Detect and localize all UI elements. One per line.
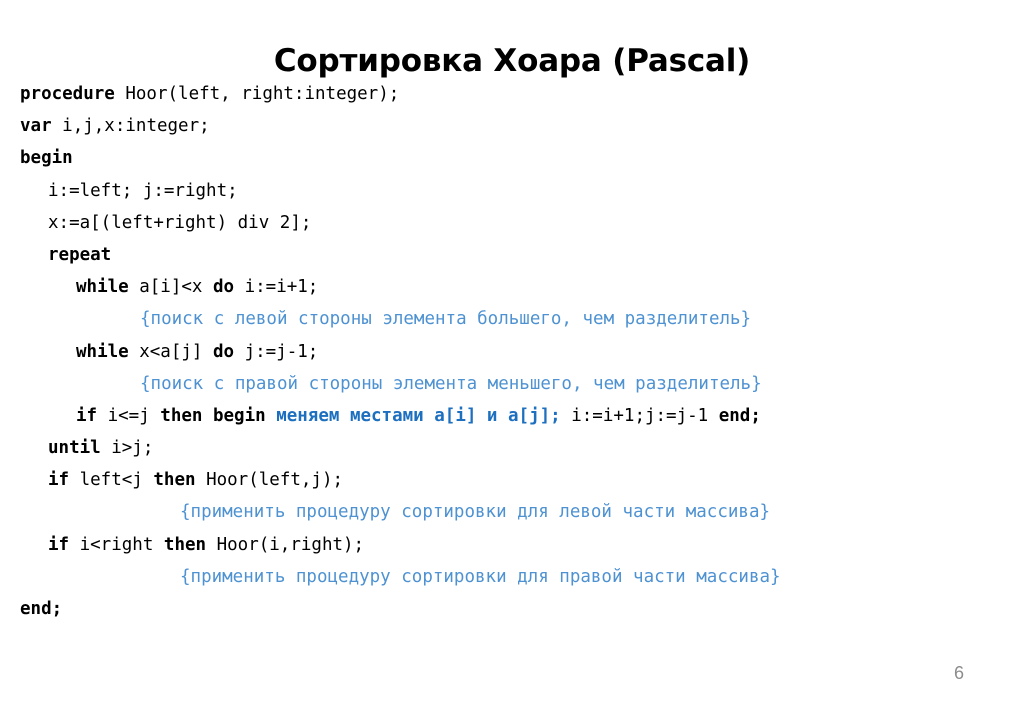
code-token-kw: begin [20, 148, 73, 169]
code-token-kw: then [153, 470, 207, 491]
code-line: while x<a[j] do j:=j-1; [0, 336, 1024, 368]
page-number: 6 [953, 663, 964, 683]
code-token-kw: end; [718, 405, 761, 426]
code-token-plain: i:=left; j:=right; [48, 180, 238, 201]
code-line: var i,j,x:integer; [0, 110, 1024, 142]
code-line: while a[i]<x do i:=i+1; [0, 271, 1024, 303]
code-line: if i<right then Hoor(i,right); [0, 529, 1024, 561]
code-token-plain: a[i]<x [139, 277, 213, 298]
code-token-plain: i,j,x:integer; [62, 116, 210, 137]
code-line: repeat [0, 239, 1024, 271]
code-token-comment: {применить процедуру сортировки для прав… [180, 566, 781, 587]
code-token-kw: do [212, 341, 245, 362]
code-comment-line: {поиск с правой стороны элемента меньшег… [0, 368, 1024, 400]
code-token-kw: do [212, 277, 245, 298]
code-token-plain: i<right [79, 534, 164, 555]
code-token-plain: i:=i+1;j:=j-1 [560, 405, 719, 426]
code-line: if i<=j then begin меняем местами a[i] и… [0, 400, 1024, 432]
code-line: x:=a[(left+right) div 2]; [0, 207, 1024, 239]
code-token-plain: Hoor(left,j); [206, 470, 344, 491]
page-title: Сортировка Хоара (Pascal) [273, 42, 751, 79]
code-line: procedure Hoor(left, right:integer); [0, 78, 1024, 110]
code-token-kw: then begin [160, 405, 277, 426]
code-comment-line: {применить процедуру сортировки для прав… [0, 561, 1024, 593]
code-token-hl: меняем местами a[i] и a[j]; [276, 405, 561, 426]
code-token-comment: {поиск с левой стороны элемента большего… [140, 309, 752, 330]
code-token-kw: then [163, 534, 217, 555]
code-token-kw: procedure [20, 84, 126, 104]
code-token-plain: i<=j [107, 405, 161, 426]
code-token-comment: {применить процедуру сортировки для лево… [180, 502, 771, 523]
code-token-kw: if [48, 470, 80, 491]
code-token-kw: while [76, 341, 140, 362]
code-token-plain: left<j [79, 470, 154, 491]
code-comment-line: {поиск с левой стороны элемента большего… [0, 303, 1024, 335]
code-listing: procedure Hoor(left, right:integer); var … [0, 78, 1024, 625]
code-line: until i>j; [0, 432, 1024, 464]
code-token-plain: Hoor(i,right); [216, 534, 365, 555]
code-token-kw: while [76, 277, 140, 298]
code-token-kw: until [48, 438, 112, 459]
code-comment-line: {применить процедуру сортировки для лево… [0, 496, 1024, 528]
code-token-kw: if [76, 405, 108, 426]
slide-canvas: Сортировка Хоара (Pascal) procedure Hoor… [0, 0, 1024, 708]
code-line: end; [0, 593, 1024, 625]
code-token-kw: if [48, 534, 80, 555]
code-token-kw: end; [20, 599, 63, 619]
code-line: begin [0, 142, 1024, 174]
code-token-plain: i>j; [111, 438, 154, 459]
code-token-plain: i:=i+1; [244, 277, 319, 298]
code-token-plain: j:=j-1; [244, 341, 319, 362]
code-line: i:=left; j:=right; [0, 175, 1024, 207]
code-token-kw: repeat [48, 244, 112, 265]
code-token-kw: var [20, 116, 63, 137]
code-token-plain: x<a[j] [139, 341, 213, 362]
code-token-plain: Hoor(left, right:integer); [125, 84, 400, 104]
code-line: if left<j then Hoor(left,j); [0, 464, 1024, 496]
code-token-comment: {поиск с правой стороны элемента меньшег… [140, 373, 762, 394]
code-token-plain: x:=a[(left+right) div 2]; [48, 212, 312, 233]
